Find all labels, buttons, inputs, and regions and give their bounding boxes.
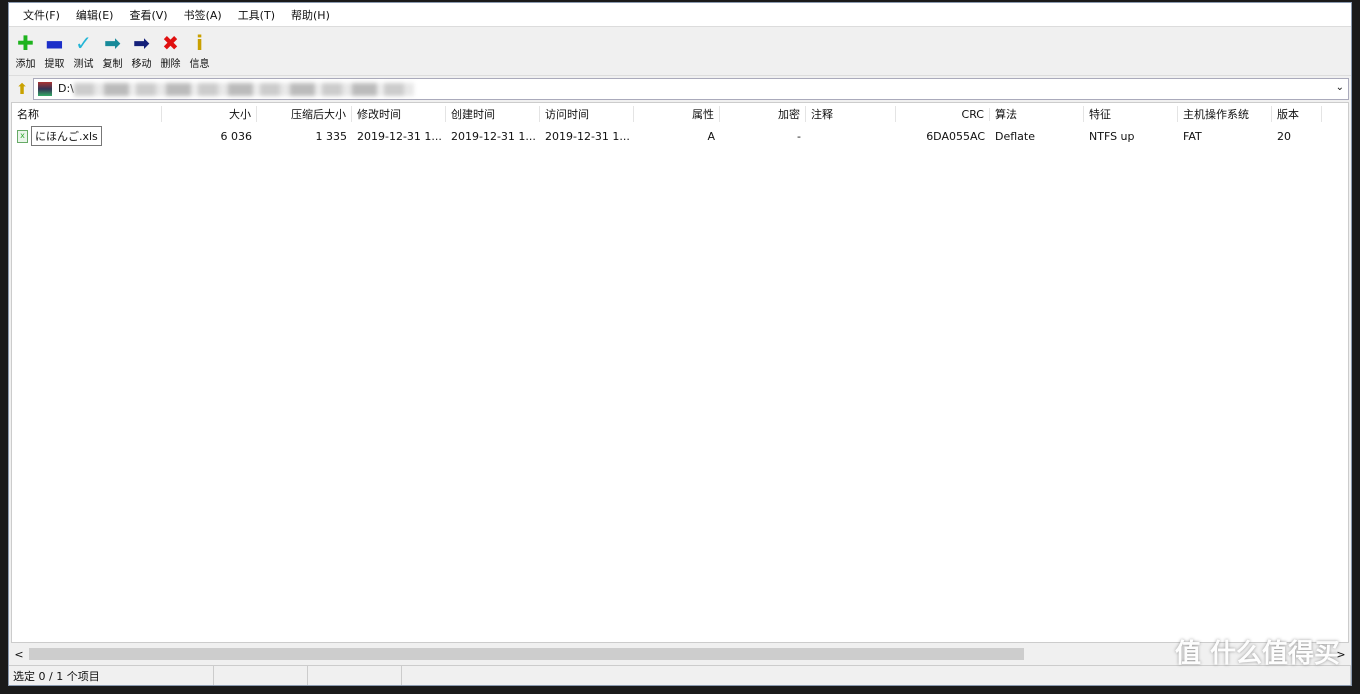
- chevron-down-icon[interactable]: ⌄: [1336, 82, 1344, 93]
- toolbar-button-delete[interactable]: ✖删除: [156, 31, 185, 70]
- scroll-left-icon[interactable]: <: [11, 648, 27, 661]
- horizontal-scrollbar[interactable]: < >: [11, 645, 1349, 663]
- archive-icon: [38, 82, 52, 96]
- address-path: D:\: [58, 82, 74, 95]
- toolbar-label: 移动: [132, 55, 152, 70]
- extract-icon: ▬: [45, 31, 64, 55]
- toolbar-button-test[interactable]: ✓测试: [69, 31, 98, 70]
- menu-item[interactable]: 工具(T): [230, 7, 283, 23]
- toolbar-label: 提取: [45, 55, 65, 70]
- address-bar: ⬆ D:\ ⌄: [9, 75, 1351, 101]
- table-row[interactable]: xにほんご.xls6 0361 3352019-12-31 1...2019-1…: [12, 125, 1348, 147]
- move-icon: ➡: [133, 31, 150, 55]
- scroll-right-icon[interactable]: >: [1333, 648, 1349, 661]
- table-cell: NTFS up: [1084, 130, 1178, 143]
- table-cell: FAT: [1178, 130, 1272, 143]
- status-bar: 选定 0 / 1 个项目: [9, 665, 1351, 685]
- info-icon: i: [196, 31, 203, 55]
- table-cell: 1 335: [257, 130, 352, 143]
- column-header[interactable]: 大小: [162, 106, 257, 122]
- address-input[interactable]: D:\ ⌄: [33, 78, 1349, 100]
- column-header[interactable]: 修改时间: [352, 106, 446, 122]
- toolbar-label: 删除: [161, 55, 181, 70]
- menu-item[interactable]: 编辑(E): [68, 7, 122, 23]
- table-cell: Deflate: [990, 130, 1084, 143]
- toolbar-label: 复制: [103, 55, 123, 70]
- test-icon: ✓: [75, 31, 92, 55]
- add-icon: ✚: [17, 31, 34, 55]
- column-header[interactable]: 算法: [990, 106, 1084, 122]
- redacted-path: [74, 83, 414, 96]
- toolbar-button-extract[interactable]: ▬提取: [40, 31, 69, 70]
- toolbar-label: 信息: [190, 55, 210, 70]
- column-header[interactable]: 特征: [1084, 106, 1178, 122]
- toolbar-button-copy[interactable]: ➡复制: [98, 31, 127, 70]
- column-header[interactable]: 创建时间: [446, 106, 540, 122]
- toolbar-button-info[interactable]: i信息: [185, 31, 214, 70]
- up-folder-icon[interactable]: ⬆: [11, 80, 33, 98]
- toolbar-label: 测试: [74, 55, 94, 70]
- table-cell: -: [720, 130, 806, 143]
- toolbar: ✚添加▬提取✓测试➡复制➡移动✖删除i信息: [9, 27, 1351, 75]
- column-header[interactable]: CRC: [896, 108, 990, 121]
- file-name-cell: xにほんご.xls: [12, 126, 162, 146]
- column-headers: 名称大小压缩后大小修改时间创建时间访问时间属性加密注释CRC算法特征主机操作系统…: [12, 103, 1348, 125]
- menu-item[interactable]: 文件(F): [15, 7, 68, 23]
- scroll-thumb[interactable]: [29, 648, 1024, 660]
- column-header[interactable]: 名称: [12, 106, 162, 122]
- table-cell: 6DA055AC: [896, 130, 990, 143]
- toolbar-label: 添加: [16, 55, 36, 70]
- table-cell: 20: [1272, 130, 1322, 143]
- menu-item[interactable]: 书签(A): [176, 7, 230, 23]
- column-header[interactable]: 版本: [1272, 106, 1322, 122]
- menu-bar: 文件(F)编辑(E)查看(V)书签(A)工具(T)帮助(H): [9, 3, 1351, 27]
- toolbar-button-add[interactable]: ✚添加: [11, 31, 40, 70]
- table-cell: A: [634, 130, 720, 143]
- column-header[interactable]: 主机操作系统: [1178, 106, 1272, 122]
- menu-item[interactable]: 帮助(H): [283, 7, 338, 23]
- menu-item[interactable]: 查看(V): [121, 7, 175, 23]
- table-cell: 2019-12-31 1...: [540, 130, 634, 143]
- file-list: 名称大小压缩后大小修改时间创建时间访问时间属性加密注释CRC算法特征主机操作系统…: [11, 102, 1349, 643]
- selection-status: 选定 0 / 1 个项目: [9, 666, 214, 685]
- xls-file-icon: x: [17, 130, 28, 143]
- column-header[interactable]: 属性: [634, 106, 720, 122]
- table-cell: 2019-12-31 1...: [446, 130, 540, 143]
- table-cell: 6 036: [162, 130, 257, 143]
- table-cell: 2019-12-31 1...: [352, 130, 446, 143]
- column-header[interactable]: 注释: [806, 106, 896, 122]
- watermark: 值 什么值得买: [1175, 633, 1340, 670]
- toolbar-button-move[interactable]: ➡移动: [127, 31, 156, 70]
- copy-icon: ➡: [104, 31, 121, 55]
- delete-icon: ✖: [162, 31, 179, 55]
- file-name[interactable]: にほんご.xls: [31, 126, 102, 146]
- 7zip-window: 文件(F)编辑(E)查看(V)书签(A)工具(T)帮助(H) ✚添加▬提取✓测试…: [8, 2, 1352, 686]
- column-header[interactable]: 访问时间: [540, 106, 634, 122]
- column-header[interactable]: 压缩后大小: [257, 106, 352, 122]
- column-header[interactable]: 加密: [720, 106, 806, 122]
